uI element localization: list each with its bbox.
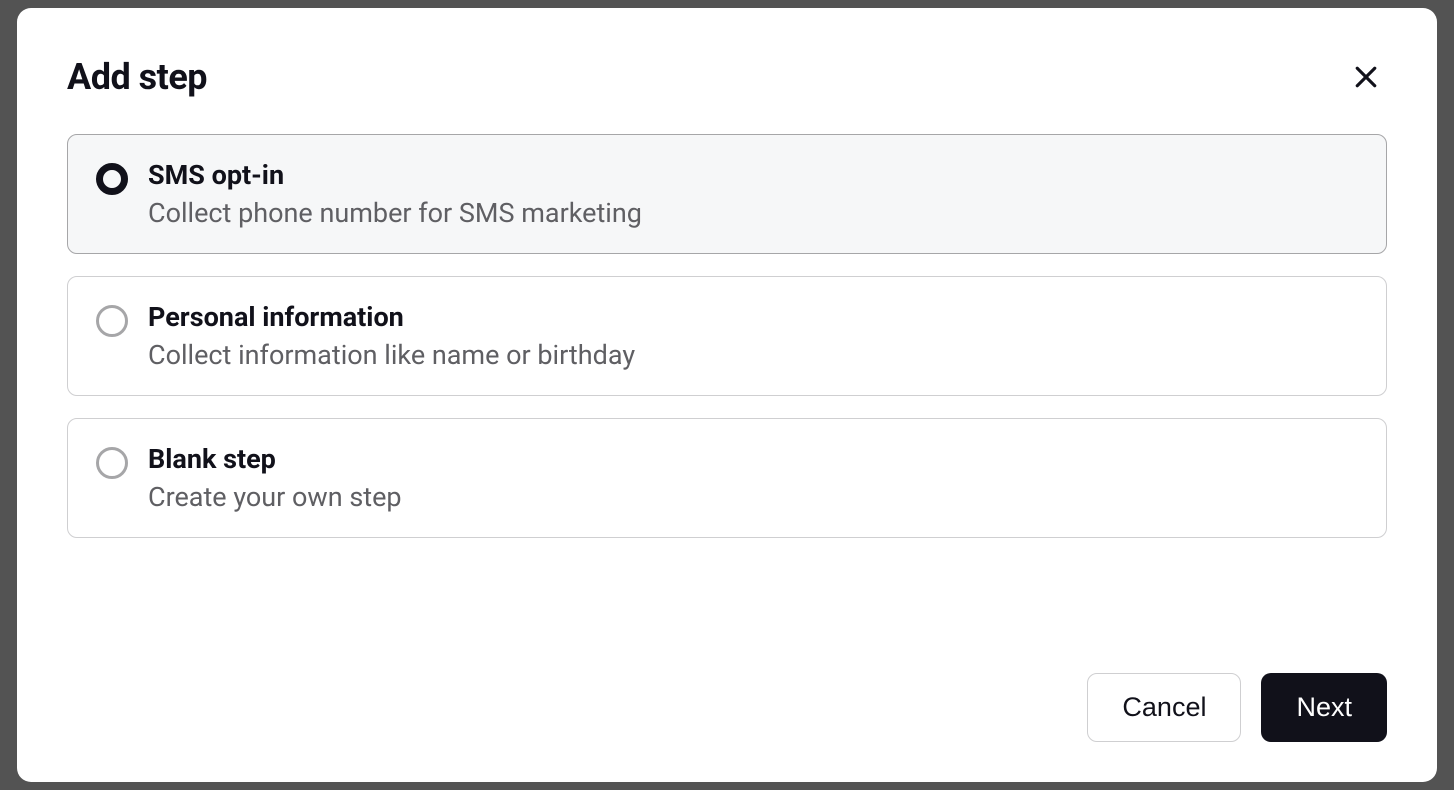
next-button[interactable]: Next xyxy=(1261,673,1387,742)
radio-indicator xyxy=(96,447,128,479)
option-blank-step[interactable]: Blank step Create your own step xyxy=(67,418,1387,538)
option-desc: Collect phone number for SMS marketing xyxy=(148,197,642,229)
modal-footer: Cancel Next xyxy=(67,673,1387,742)
option-sms-opt-in[interactable]: SMS opt-in Collect phone number for SMS … xyxy=(67,134,1387,254)
option-desc: Collect information like name or birthda… xyxy=(148,339,635,371)
radio-indicator xyxy=(96,305,128,337)
option-title: Personal information xyxy=(148,301,635,333)
option-title: SMS opt-in xyxy=(148,159,642,191)
option-personal-information[interactable]: Personal information Collect information… xyxy=(67,276,1387,396)
option-text: SMS opt-in Collect phone number for SMS … xyxy=(148,159,642,229)
option-title: Blank step xyxy=(148,443,402,475)
option-text: Blank step Create your own step xyxy=(148,443,402,513)
option-desc: Create your own step xyxy=(148,481,402,513)
step-options-list: SMS opt-in Collect phone number for SMS … xyxy=(67,134,1387,538)
close-icon xyxy=(1351,62,1381,92)
close-button[interactable] xyxy=(1345,56,1387,98)
option-text: Personal information Collect information… xyxy=(148,301,635,371)
add-step-modal: Add step SMS opt-in Collect phone number… xyxy=(17,8,1437,782)
cancel-button[interactable]: Cancel xyxy=(1087,673,1241,742)
modal-title: Add step xyxy=(67,56,207,98)
modal-header: Add step xyxy=(67,56,1387,98)
radio-indicator xyxy=(96,163,128,195)
